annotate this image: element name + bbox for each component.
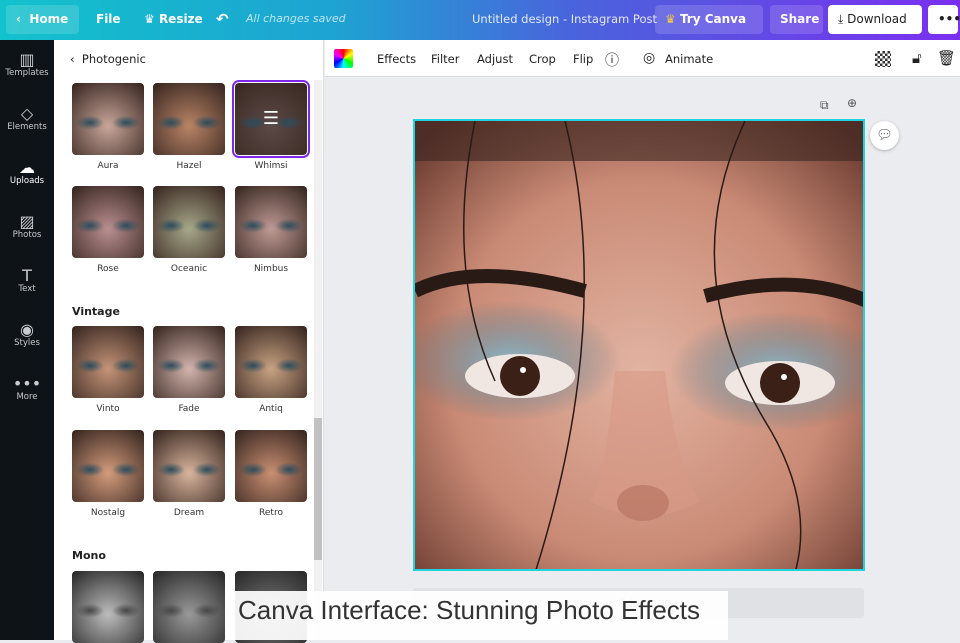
- color-icon[interactable]: [334, 49, 353, 68]
- filter-thumb[interactable]: [235, 326, 307, 398]
- filter-label: Rose: [97, 264, 119, 274]
- filter-button[interactable]: Filter: [431, 52, 459, 66]
- portrait-photo: [415, 121, 863, 569]
- download-icon: ⤓: [838, 12, 848, 26]
- rail-label: Elements: [7, 122, 47, 132]
- download-button[interactable]: ⤓ Download: [828, 5, 922, 34]
- section-heading: Vintage: [72, 305, 120, 318]
- filter-label: Retro: [259, 508, 283, 518]
- duplicate-page-icon[interactable]: ⧉: [820, 98, 829, 113]
- rail-item-elements[interactable]: ◇ Elements: [0, 94, 54, 148]
- transparency-icon[interactable]: [875, 51, 891, 67]
- rail-item-uploads[interactable]: ☁ Uploads: [0, 148, 54, 202]
- chevron-left-icon: ‹: [16, 12, 30, 26]
- crown-icon: ♛: [144, 12, 159, 26]
- rail-label: Uploads: [9, 176, 45, 186]
- more-button[interactable]: •••: [928, 5, 960, 34]
- crop-button[interactable]: Crop: [529, 52, 556, 66]
- filter-label: Dream: [173, 508, 205, 518]
- filter-thumb[interactable]: [153, 83, 225, 155]
- add-page-icon[interactable]: ⊕: [847, 96, 857, 110]
- flip-button[interactable]: Flip: [573, 52, 593, 66]
- filter-label: Antiq: [259, 404, 283, 414]
- filter-thumb[interactable]: ☰: [232, 80, 310, 158]
- comment-icon[interactable]: 💬︎: [870, 121, 899, 150]
- filter-thumb[interactable]: [72, 430, 144, 502]
- rail-item-styles[interactable]: ◉ Styles: [0, 310, 54, 364]
- home-button[interactable]: ‹ Home: [6, 5, 79, 34]
- top-bar: ‹ Home File ♛ Resize ↶ All changes saved…: [0, 0, 960, 55]
- filter-thumb[interactable]: [153, 186, 225, 258]
- rail-item-photos[interactable]: ▨ Photos: [0, 202, 54, 256]
- back-button[interactable]: ‹ Photogenic: [70, 52, 146, 66]
- lock-icon[interactable]: 🔓︎: [912, 49, 922, 67]
- filter-label: Oceanic: [170, 264, 208, 274]
- rail-label: Templates: [5, 68, 49, 78]
- filter-thumb[interactable]: [153, 326, 225, 398]
- filter-thumb[interactable]: [153, 571, 225, 643]
- styles-icon: ◉: [20, 320, 34, 339]
- scrollbar-thumb[interactable]: [314, 418, 322, 560]
- rail-item-templates[interactable]: ▥ Templates: [0, 40, 54, 94]
- rail-item-text[interactable]: T Text: [0, 256, 54, 310]
- undo-icon[interactable]: ↶: [206, 5, 239, 34]
- effects-button[interactable]: Effects: [377, 52, 416, 66]
- file-menu[interactable]: File: [86, 5, 131, 34]
- settings-sliders-icon[interactable]: ☰: [235, 83, 307, 155]
- filter-thumb[interactable]: [72, 186, 144, 258]
- filter-label: Aura: [97, 161, 119, 171]
- animate-button[interactable]: Animate: [665, 52, 713, 66]
- more-icon: •••: [12, 374, 42, 393]
- filter-thumb[interactable]: [235, 186, 307, 258]
- try-pro-button[interactable]: ♛ Try Canva Pro: [655, 5, 763, 55]
- filter-thumb[interactable]: [153, 430, 225, 502]
- trash-icon[interactable]: 🗑︎: [937, 49, 956, 67]
- side-rail: ▥ Templates ◇ Elements ☁ Uploads ▨ Photos T Text ◉…: [0, 40, 54, 640]
- info-icon[interactable]: ⓘ: [605, 50, 619, 70]
- section-heading: Mono: [72, 549, 106, 562]
- elements-icon: ◇: [20, 104, 34, 123]
- filter-thumb[interactable]: [72, 83, 144, 155]
- filter-label: Nostalg: [90, 508, 126, 518]
- effects-panel: ‹ Photogenic Aura Hazel ☰ Whimsi Rose Oceanic…: [54, 40, 324, 643]
- filter-label: Whimsi: [254, 161, 288, 171]
- rail-item-more[interactable]: ••• More: [0, 364, 54, 418]
- text-icon: T: [22, 266, 32, 285]
- chevron-left-icon: ‹: [70, 52, 82, 66]
- animate-icon[interactable]: ◎: [643, 50, 655, 66]
- caption-overlay: Canva Interface: Stunning Photo Effects: [230, 591, 728, 640]
- rail-label: Photos: [12, 230, 42, 240]
- filter-label: Hazel: [176, 161, 202, 171]
- scrollbar[interactable]: [314, 80, 322, 640]
- filter-label: Vinto: [96, 404, 120, 414]
- save-status: All changes saved: [246, 12, 346, 25]
- adjust-button[interactable]: Adjust: [477, 52, 513, 66]
- filter-thumb[interactable]: [72, 571, 144, 643]
- filter-thumb[interactable]: [235, 430, 307, 502]
- filter-label: Fade: [178, 404, 200, 414]
- design-title[interactable]: Untitled design - Instagram Post: [472, 12, 657, 26]
- filter-thumb[interactable]: [72, 326, 144, 398]
- resize-button[interactable]: ♛ Resize: [134, 5, 213, 34]
- filter-label: Nimbus: [253, 264, 289, 274]
- editor-toolbar: Effects Filter Adjust Crop Flip ⓘ ◎ Anim…: [325, 40, 960, 77]
- rail-label: Styles: [14, 338, 40, 348]
- crown-icon: ♛: [665, 12, 680, 26]
- uploads-icon: ☁: [19, 158, 35, 177]
- share-button[interactable]: Share: [770, 5, 823, 34]
- rail-label: More: [16, 392, 38, 402]
- rail-label: Text: [18, 284, 36, 294]
- photos-icon: ▨: [19, 212, 35, 231]
- templates-icon: ▥: [19, 50, 35, 69]
- photo-canvas[interactable]: [413, 119, 865, 571]
